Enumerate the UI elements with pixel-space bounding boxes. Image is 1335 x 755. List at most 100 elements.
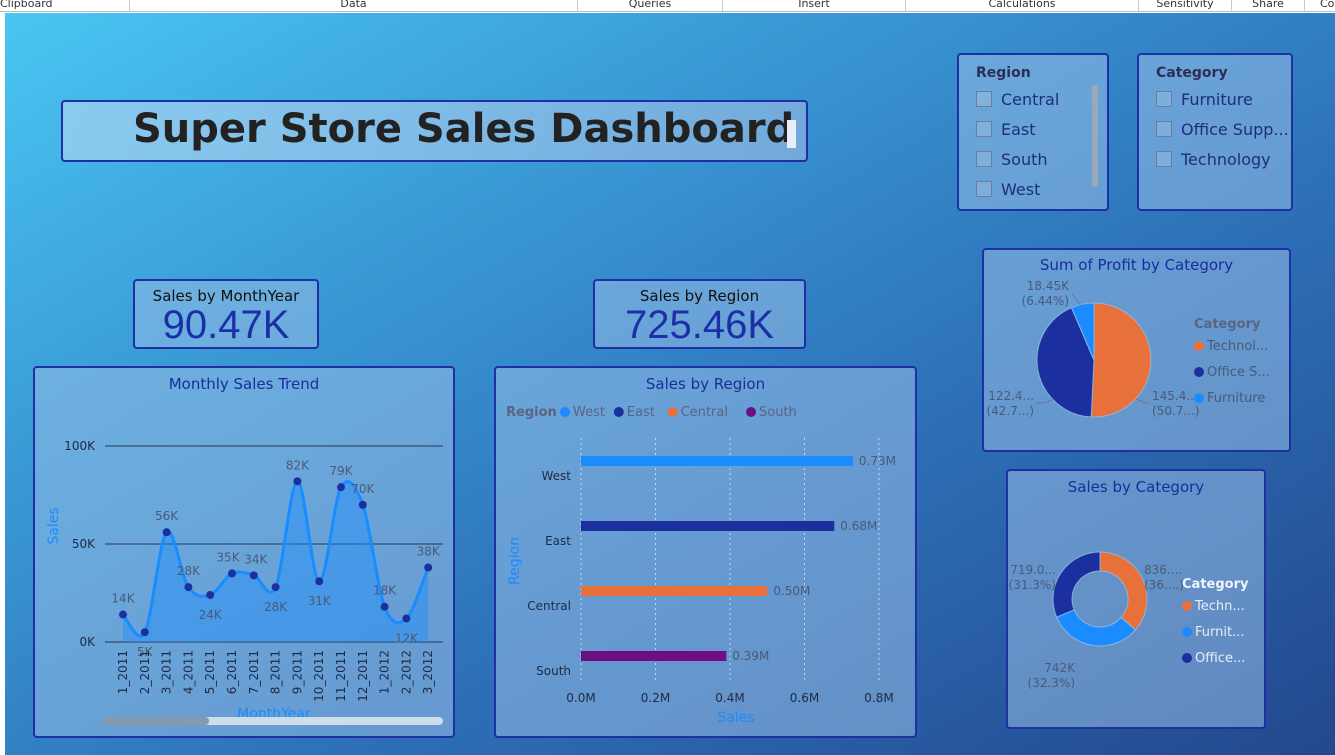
data-label: 12K	[395, 631, 419, 645]
legend-title: Region	[506, 405, 557, 420]
slicer-scrollbar[interactable]	[1092, 85, 1098, 187]
data-label: 145.4...	[1152, 389, 1198, 403]
data-label: 56K	[155, 509, 179, 523]
data-point	[424, 563, 433, 572]
y-axis-title: Region	[507, 537, 523, 585]
x-tick-label: 8_2011	[269, 650, 283, 694]
x-tick-label: 9_2011	[290, 650, 304, 694]
slicer-item-south[interactable]: South	[976, 148, 1048, 170]
ribbon-co[interactable]: Co	[1305, 0, 1335, 11]
checkbox[interactable]	[1156, 151, 1172, 167]
data-label: (6.44%)	[1022, 294, 1069, 308]
data-label: 34K	[244, 552, 268, 566]
x-tick-label: 1_2011	[116, 650, 130, 694]
slicer-item-office-supplies[interactable]: Office Supp...	[1156, 118, 1289, 140]
profit-by-category-chart: 145.4...(50.7...) 122.4...(42.7...) 18.45K…	[986, 279, 1269, 418]
ribbon-sensitivity[interactable]: Sensitivity	[1139, 0, 1232, 11]
data-label: 31K	[308, 594, 332, 608]
slicer-item-west[interactable]: West	[976, 178, 1040, 200]
bar	[581, 586, 768, 596]
legend-marker	[1194, 393, 1204, 403]
legend-label: Central	[681, 405, 728, 420]
pie-slice	[1090, 302, 1152, 418]
data-point	[293, 477, 302, 486]
data-label: (42.7...)	[986, 404, 1034, 418]
y-tick-label: 0K	[79, 635, 96, 649]
x-tick-label: 5_2011	[203, 650, 217, 694]
checkbox[interactable]	[976, 181, 992, 197]
ribbon-label: Data	[340, 0, 367, 10]
data-label: 38K	[417, 545, 441, 559]
data-point	[162, 528, 171, 537]
y-tick-label: Central	[527, 599, 571, 613]
legend-label: Furnit...	[1195, 625, 1244, 640]
data-point	[402, 614, 411, 623]
data-point	[119, 610, 127, 619]
y-tick-label: West	[541, 469, 571, 483]
ribbon-label: Clipboard	[0, 0, 53, 10]
checkbox[interactable]	[976, 91, 992, 107]
horizontal-scrollbar[interactable]	[103, 717, 443, 725]
checkbox[interactable]	[976, 151, 992, 167]
slicer-item-label: Office Supp...	[1181, 119, 1289, 139]
x-tick-label: 1_2012	[378, 650, 392, 694]
leader-line	[1071, 293, 1083, 308]
data-label: (50.7...)	[1152, 404, 1200, 418]
slicer-item-central[interactable]: Central	[976, 88, 1059, 110]
ribbon-queries[interactable]: Queries	[578, 0, 723, 11]
data-label: 18.45K	[1027, 279, 1070, 293]
ribbon-share[interactable]: Share	[1232, 0, 1305, 11]
data-label: (36....)	[1144, 578, 1184, 592]
ribbon-insert[interactable]: Insert	[723, 0, 906, 11]
data-point	[140, 628, 149, 637]
ribbon-label: Co	[1320, 0, 1335, 10]
slicer-item-label: East	[1001, 119, 1036, 139]
kpi-sales-region: Sales by Region 725.46K	[593, 279, 806, 349]
data-label: 82K	[286, 458, 310, 472]
legend-marker	[1182, 627, 1192, 637]
leader-line	[1036, 398, 1055, 404]
kpi-sales-month: Sales by MonthYear 90.47K	[133, 279, 319, 349]
ribbon-clipboard[interactable]: Clipboard	[0, 0, 130, 11]
dashboard-title: Super Store Sales Dashboard	[133, 106, 795, 152]
monthly-sales-trend-card[interactable]: Monthly Sales Trend 0K 50K 100K 14K 1_2011 5K…	[33, 366, 455, 738]
x-tick-label: 7_2011	[247, 650, 261, 694]
slicer-item-technology[interactable]: Technology	[1156, 148, 1271, 170]
data-label: 28K	[177, 564, 201, 578]
scrollbar-thumb[interactable]	[103, 717, 209, 725]
category-slicer-title: Category	[1156, 65, 1228, 81]
report-canvas: Super Store Sales Dashboard Region Centr…	[5, 13, 1335, 755]
title-banner: Super Store Sales Dashboard	[61, 100, 808, 162]
bar	[581, 456, 853, 466]
ribbon-data[interactable]: Data	[130, 0, 578, 11]
legend-label: East	[627, 405, 655, 420]
checkbox[interactable]	[1156, 121, 1172, 137]
y-tick-label: 50K	[72, 537, 96, 551]
sales-by-category-card[interactable]: Sales by Category 836.... (36....) 742K (32…	[1006, 469, 1266, 729]
slicer-item-furniture[interactable]: Furniture	[1156, 88, 1253, 110]
legend-marker	[1182, 601, 1192, 611]
x-tick-label: 10_2011	[312, 650, 326, 702]
x-tick-label: 4_2011	[181, 650, 195, 694]
checkbox[interactable]	[976, 121, 992, 137]
data-label: 719.0...	[1010, 563, 1056, 577]
sales-by-region-card[interactable]: Sales by Region Region West East Central Sou…	[494, 366, 917, 738]
x-tick-label: 2_2011	[138, 650, 152, 694]
x-tick-label: 0.0M	[566, 691, 595, 705]
slicer-item-label: Technology	[1181, 149, 1271, 169]
x-axis-title: Sales	[717, 710, 754, 726]
legend-marker	[1194, 367, 1204, 377]
slicer-item-label: Central	[1001, 89, 1060, 109]
data-label: 742K	[1044, 661, 1076, 675]
slicer-item-label: Furniture	[1181, 89, 1253, 109]
profit-by-category-card[interactable]: Sum of Profit by Category 145.4... (50.7.…	[982, 248, 1291, 452]
data-label: (31.3%)	[1009, 578, 1056, 592]
data-label: 35K	[216, 550, 240, 564]
sales-by-category-chart: 836....(36....) 742K(32.3%) 719.0...(31.3%…	[1009, 551, 1249, 690]
monthly-sales-trend-chart: 0K50K100K14K1_2011 5K2_201156K3_201128K4_…	[46, 439, 443, 722]
legend-marker	[613, 407, 624, 417]
ribbon-calculations[interactable]: Calculations	[906, 0, 1139, 11]
data-point	[271, 583, 280, 592]
slicer-item-east[interactable]: East	[976, 118, 1036, 140]
checkbox[interactable]	[1156, 91, 1172, 107]
